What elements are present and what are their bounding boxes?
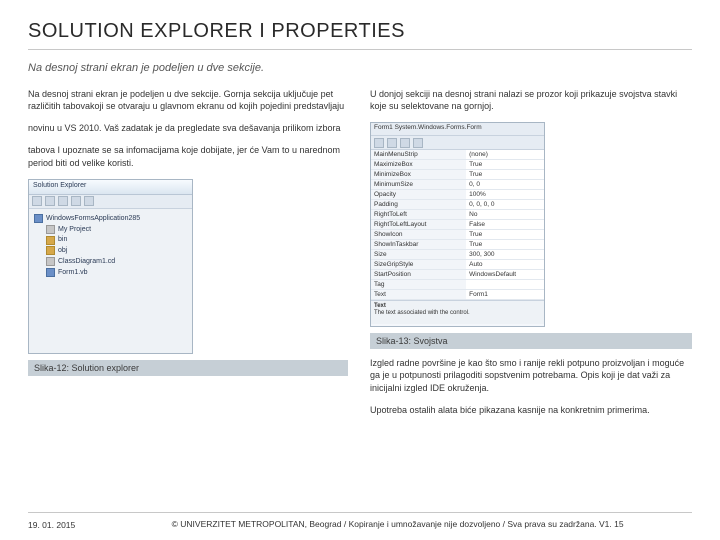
- tree-item: My Project: [46, 225, 187, 235]
- figure-caption-left: Slika-12: Solution explorer: [28, 360, 348, 376]
- left-paragraph-3: tabova I upoznate se sa infomacijama koj…: [28, 144, 348, 168]
- prop-footer-desc: The text associated with the control.: [374, 310, 470, 316]
- tree-item-label: ClassDiagram1.cd: [58, 257, 115, 267]
- tree-item: obj: [46, 246, 187, 256]
- figure-caption-right: Slika-13: Svojstva: [370, 333, 692, 349]
- folder-icon: [46, 246, 55, 255]
- prop-val: (none): [466, 150, 544, 160]
- toolbar-icon: [71, 196, 81, 206]
- prop-key: MinimumSize: [371, 180, 466, 190]
- toolbar-icon: [32, 196, 42, 206]
- properties-toolbar: [371, 136, 544, 150]
- prop-val: True: [466, 170, 544, 180]
- tree-item-label: bin: [58, 235, 67, 245]
- footer-copyright: © UNIVERZITET METROPOLITAN, Beograd / Ko…: [103, 519, 692, 530]
- prop-val: 0, 0: [466, 180, 544, 190]
- tree-item: ClassDiagram1.cd: [46, 257, 187, 267]
- prop-val: No: [466, 210, 544, 220]
- prop-val: 0, 0, 0, 0: [466, 200, 544, 210]
- prop-key: Opacity: [371, 190, 466, 200]
- footer-row: 19. 01. 2015 © UNIVERZITET METROPOLITAN,…: [28, 519, 692, 530]
- prop-val: Form1: [466, 290, 544, 300]
- prop-key: ShowIcon: [371, 230, 466, 240]
- file-icon: [46, 257, 55, 266]
- toolbar-icon: [413, 138, 423, 148]
- tree-root-label: WindowsFormsApplication285: [46, 214, 140, 224]
- prop-key: SizeGripStyle: [371, 260, 466, 270]
- prop-key: Size: [371, 250, 466, 260]
- tree-item: bin: [46, 235, 187, 245]
- intro-text: Na desnoj strani ekran je podeljen u dve…: [28, 62, 692, 74]
- page-title: SOLUTION EXPLORER I PROPERTIES: [28, 20, 692, 43]
- tree-item: Form1.vb: [46, 268, 187, 278]
- toolbar-icon: [45, 196, 55, 206]
- tree-item-label: Form1.vb: [58, 268, 88, 278]
- footer-date: 19. 01. 2015: [28, 519, 75, 530]
- figure-toolbar: [29, 195, 192, 209]
- column-left: Na desnoj strani ekran je podeljen u dve…: [28, 88, 348, 426]
- figure-body: WindowsFormsApplication285 My Project bi…: [29, 209, 192, 283]
- prop-key: StartPosition: [371, 270, 466, 280]
- tree-item-label: obj: [58, 246, 67, 256]
- right-paragraph-3: Upotreba ostalih alata biće pikazana kas…: [370, 404, 692, 416]
- prop-val: 100%: [466, 190, 544, 200]
- right-paragraph-1: U donjoj sekciji na desnoj strani nalazi…: [370, 88, 692, 112]
- prop-val: False: [466, 220, 544, 230]
- prop-key: RightToLeft: [371, 210, 466, 220]
- prop-key: Padding: [371, 200, 466, 210]
- toolbar-icon: [58, 196, 68, 206]
- prop-val: WindowsDefault: [466, 270, 544, 280]
- footer-rule: [28, 512, 692, 513]
- toolbar-icon: [84, 196, 94, 206]
- prop-val: 300, 300: [466, 250, 544, 260]
- toolbar-icon: [374, 138, 384, 148]
- prop-key: Text: [371, 290, 466, 300]
- form-icon: [46, 268, 55, 277]
- prop-val: True: [466, 240, 544, 250]
- figure-properties: Form1 System.Windows.Forms.Form MainMenu…: [370, 122, 545, 327]
- toolbar-icon: [387, 138, 397, 148]
- project-icon: [34, 214, 43, 223]
- tree-item-label: My Project: [58, 225, 91, 235]
- prop-val: [466, 280, 544, 290]
- properties-grid: MainMenuStrip(none) MaximizeBoxTrue Mini…: [371, 150, 544, 300]
- prop-footer-title: Text: [374, 303, 386, 309]
- left-paragraph-1: Na desnoj strani ekran je podeljen u dve…: [28, 88, 348, 112]
- prop-key: MaximizeBox: [371, 160, 466, 170]
- figure-titlebar: Solution Explorer: [29, 180, 192, 195]
- prop-key: ShowInTaskbar: [371, 240, 466, 250]
- page: SOLUTION EXPLORER I PROPERTIES Na desnoj…: [0, 0, 720, 426]
- properties-header: Form1 System.Windows.Forms.Form: [371, 123, 544, 136]
- prop-key: Tag: [371, 280, 466, 290]
- prop-val: True: [466, 160, 544, 170]
- figure-solution-explorer: Solution Explorer WindowsFormsApplicatio…: [28, 179, 193, 354]
- columns: Na desnoj strani ekran je podeljen u dve…: [28, 88, 692, 426]
- tree-root: WindowsFormsApplication285: [34, 214, 187, 224]
- right-paragraph-2: Izgled radne površine je kao što smo i r…: [370, 357, 692, 393]
- prop-key: RightToLeftLayout: [371, 220, 466, 230]
- settings-icon: [46, 225, 55, 234]
- toolbar-icon: [400, 138, 410, 148]
- prop-key: MainMenuStrip: [371, 150, 466, 160]
- page-footer: 19. 01. 2015 © UNIVERZITET METROPOLITAN,…: [0, 506, 720, 540]
- folder-icon: [46, 236, 55, 245]
- prop-val: Auto: [466, 260, 544, 270]
- title-rule: [28, 49, 692, 50]
- column-right: U donjoj sekciji na desnoj strani nalazi…: [370, 88, 692, 426]
- prop-key: MinimizeBox: [371, 170, 466, 180]
- properties-footer: Text The text associated with the contro…: [371, 300, 544, 324]
- left-paragraph-2: novinu u VS 2010. Vaš zadatak je da preg…: [28, 122, 348, 134]
- prop-val: True: [466, 230, 544, 240]
